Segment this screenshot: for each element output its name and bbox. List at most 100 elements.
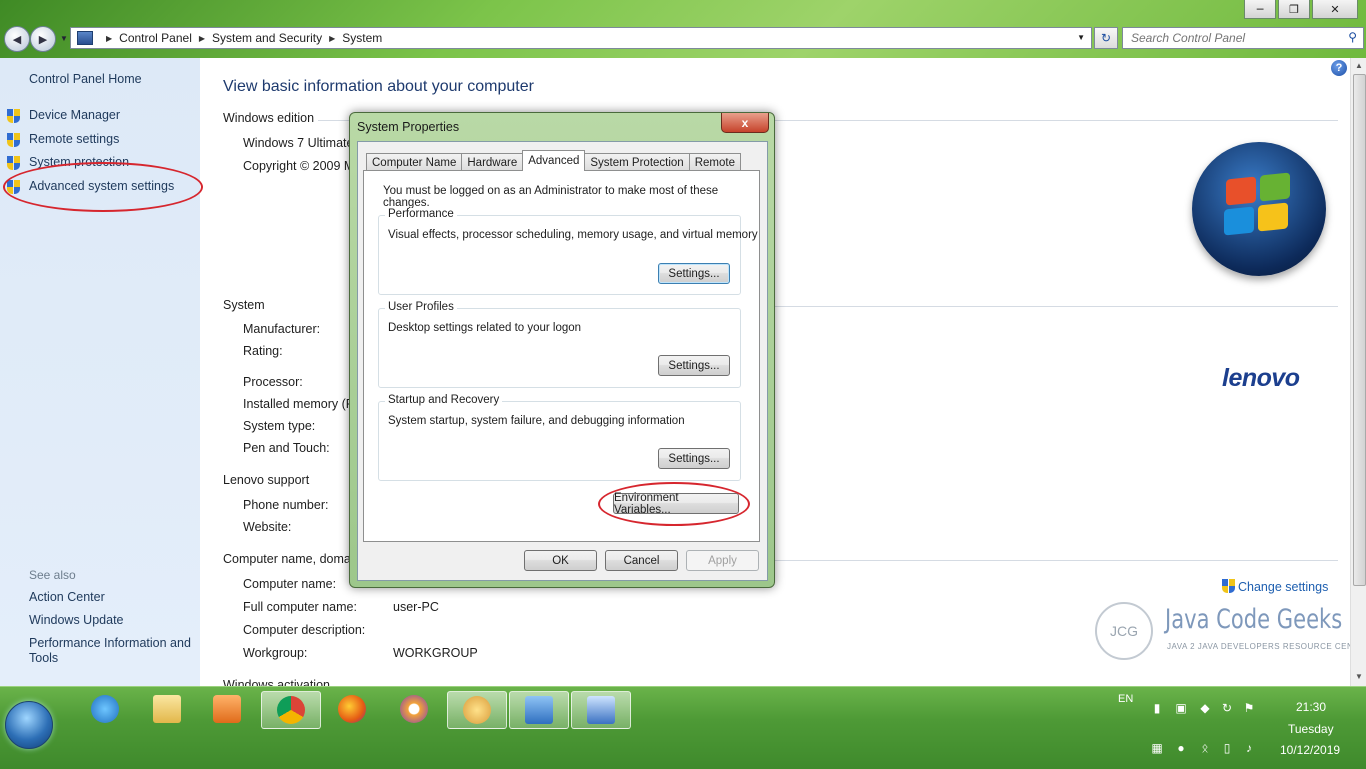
administrator-note: You must be logged on as an Administrato…	[383, 185, 719, 209]
vertical-scrollbar[interactable]: ▲ ▼	[1350, 58, 1366, 686]
user-profiles-group-title: User Profiles	[385, 301, 457, 313]
windows-flag-blue	[1224, 206, 1254, 236]
media-player-taskbar-button[interactable]	[198, 691, 256, 727]
ok-button[interactable]: OK	[524, 550, 597, 571]
control-panel-taskbar-button[interactable]	[509, 691, 569, 729]
installed-memory-label: Installed memory (R	[243, 397, 355, 411]
action-center-link[interactable]: Action Center	[29, 590, 105, 604]
clock-date[interactable]: 10/12/2019	[1280, 743, 1340, 757]
apply-button[interactable]: Apply	[686, 550, 759, 571]
change-settings-label[interactable]: Change settings	[1238, 580, 1328, 594]
bluetooth-icon[interactable]: ᛟ	[1198, 741, 1212, 755]
chrome-taskbar-button[interactable]	[261, 691, 321, 729]
windows-edition-heading: Windows edition	[223, 111, 315, 125]
website-label: Website:	[243, 520, 292, 534]
workgroup-value: WORKGROUP	[393, 646, 478, 660]
breadcrumb-separator-icon[interactable]: ▶	[199, 34, 205, 43]
volume-icon[interactable]: ♪	[1242, 741, 1256, 755]
performance-settings-button[interactable]: Settings...	[658, 263, 730, 284]
breadcrumb-separator-icon[interactable]: ▶	[329, 34, 335, 43]
recent-pages-dropdown-icon[interactable]: ▼	[60, 34, 68, 43]
full-computer-name-value: user-PC	[393, 600, 439, 614]
breadcrumb-system-and-security[interactable]: System and Security	[212, 31, 322, 45]
forward-button[interactable]: ▶	[30, 26, 56, 52]
minimize-button[interactable]: ─	[1244, 0, 1276, 19]
back-button[interactable]: ◀	[4, 26, 30, 52]
file-explorer-taskbar-button[interactable]	[138, 691, 196, 727]
device-icon[interactable]: ▦	[1150, 741, 1164, 755]
language-indicator[interactable]: EN	[1118, 693, 1133, 705]
close-button[interactable]: ✕	[1312, 0, 1358, 19]
breadcrumb-system[interactable]: System	[342, 31, 382, 45]
clock-time[interactable]: 21:30	[1296, 700, 1326, 714]
performance-information-link-line2[interactable]: Tools	[29, 651, 58, 665]
search-input[interactable]	[1129, 30, 1343, 46]
system-properties-taskbar-button[interactable]	[571, 691, 631, 729]
tab-hardware[interactable]: Hardware	[461, 153, 524, 171]
search-icon[interactable]: ⚲	[1348, 30, 1357, 44]
computer-description-label: Computer description:	[243, 623, 366, 637]
breadcrumb-control-panel[interactable]: Control Panel	[119, 31, 192, 45]
sync-icon[interactable]: ↻	[1220, 701, 1234, 715]
folder-icon	[153, 695, 181, 723]
start-button[interactable]	[5, 701, 53, 749]
tab-remote[interactable]: Remote	[688, 153, 741, 171]
dialog-body: Computer Name Hardware Advanced System P…	[357, 141, 768, 581]
system-type-label: System type:	[243, 419, 316, 433]
change-settings-link[interactable]: Change settings	[1222, 577, 1328, 594]
windows-update-link[interactable]: Windows Update	[29, 613, 124, 627]
help-icon[interactable]: ?	[1331, 60, 1347, 76]
breadcrumb-separator-icon[interactable]: ▶	[106, 34, 112, 43]
refresh-button[interactable]: ↻	[1094, 27, 1118, 49]
tab-system-protection[interactable]: System Protection	[584, 153, 690, 171]
control-panel-home-link[interactable]: Control Panel Home	[29, 72, 142, 86]
scrollbar-thumb[interactable]	[1353, 74, 1366, 586]
address-dropdown-icon[interactable]: ▼	[1077, 33, 1085, 42]
dialog-close-button[interactable]: x	[721, 113, 769, 133]
advanced-system-settings-link[interactable]: Advanced system settings	[29, 179, 174, 193]
flag-icon[interactable]: ⚑	[1242, 701, 1256, 715]
system-heading: System	[223, 298, 265, 312]
internet-explorer-taskbar-button[interactable]	[76, 691, 134, 727]
clock-day[interactable]: Tuesday	[1288, 722, 1334, 736]
firefox-taskbar-button[interactable]	[323, 691, 381, 727]
performance-information-link[interactable]: Performance Information and	[29, 636, 191, 650]
tab-computer-name[interactable]: Computer Name	[366, 153, 463, 171]
processor-label: Processor:	[243, 375, 303, 389]
advanced-tab-panel: You must be logged on as an Administrato…	[363, 170, 760, 542]
restore-button[interactable]: ❐	[1278, 0, 1310, 19]
paint-taskbar-button[interactable]	[447, 691, 507, 729]
internet-explorer-icon	[91, 695, 119, 723]
antivirus-icon[interactable]: ◆	[1198, 701, 1212, 715]
environment-variables-button[interactable]: Environment Variables...	[613, 492, 739, 516]
device-manager-link[interactable]: Device Manager	[29, 108, 120, 122]
scroll-down-icon[interactable]: ▼	[1355, 672, 1363, 681]
system-protection-link[interactable]: System protection	[29, 155, 129, 169]
signal-bars-icon[interactable]: ▮	[1150, 701, 1164, 715]
full-computer-name-label: Full computer name:	[243, 600, 357, 614]
search-box[interactable]: ⚲	[1122, 27, 1364, 49]
startup-recovery-settings-button[interactable]: Settings...	[658, 448, 730, 469]
battery-icon[interactable]: ●	[1174, 741, 1188, 755]
cancel-button[interactable]: Cancel	[605, 550, 678, 571]
app-taskbar-button[interactable]	[385, 691, 443, 727]
windows-edition-value: Windows 7 Ultimate	[243, 136, 354, 150]
close-icon: ✕	[1330, 2, 1340, 16]
computer-icon	[587, 696, 615, 724]
shield-icon	[7, 156, 20, 170]
remote-settings-link[interactable]: Remote settings	[29, 132, 119, 146]
user-profiles-settings-button[interactable]: Settings...	[658, 355, 730, 376]
scroll-up-icon[interactable]: ▲	[1355, 61, 1363, 70]
workgroup-label: Workgroup:	[243, 646, 308, 660]
see-also-heading: See also	[29, 568, 76, 582]
address-bar[interactable]: ▶ Control Panel ▶ System and Security ▶ …	[70, 27, 1092, 49]
dialog-title: System Properties	[357, 120, 460, 134]
windows-activation-heading: Windows activation	[223, 678, 330, 686]
phone-number-label: Phone number:	[243, 498, 329, 512]
performance-group-description: Visual effects, processor scheduling, me…	[388, 229, 758, 241]
tab-advanced[interactable]: Advanced	[522, 150, 586, 171]
manufacturer-label: Manufacturer:	[243, 322, 321, 336]
network-icon[interactable]: ▣	[1174, 701, 1188, 715]
usb-icon[interactable]: ▯	[1220, 741, 1234, 755]
user-profiles-group-description: Desktop settings related to your logon	[388, 322, 582, 334]
